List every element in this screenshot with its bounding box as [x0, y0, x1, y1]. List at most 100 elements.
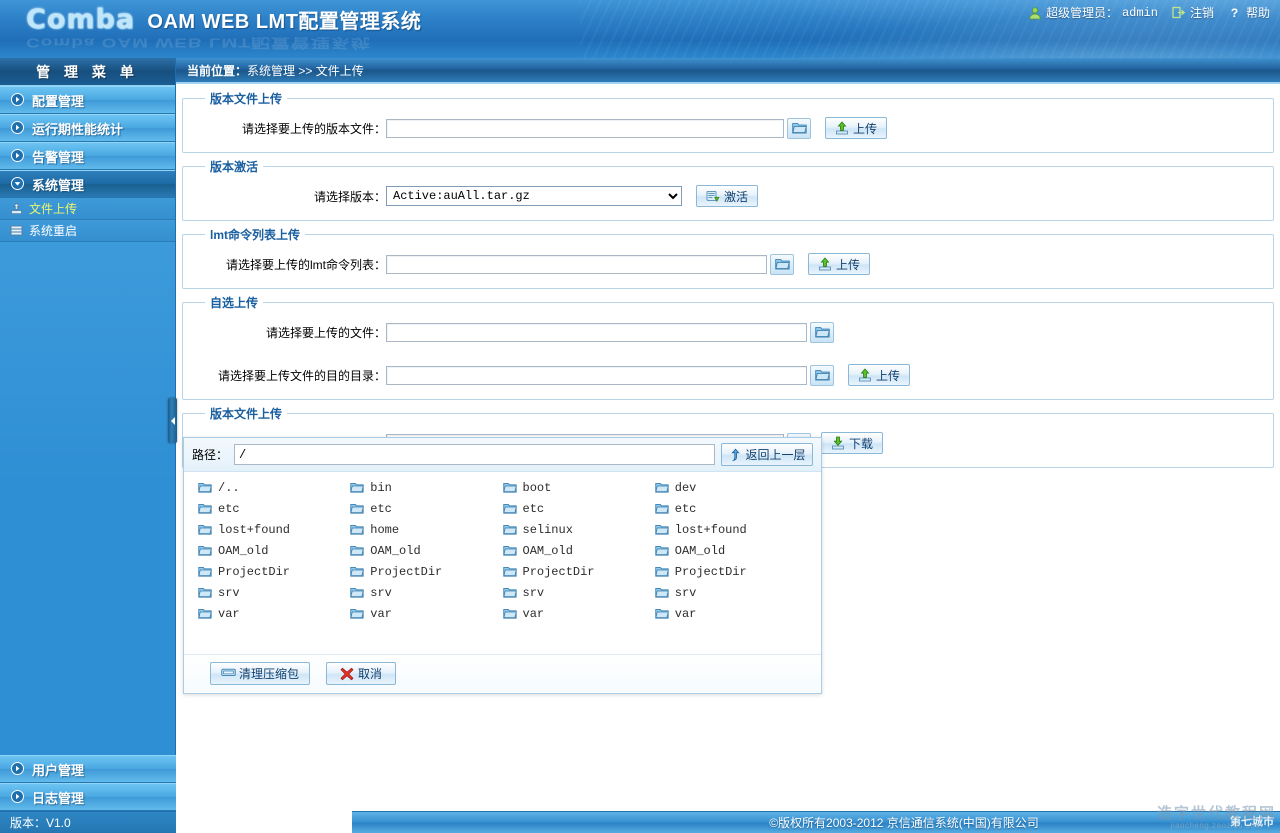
file-entry-label: var	[218, 607, 240, 621]
folder-icon	[198, 544, 212, 558]
file-entry-label: OAM_old	[674, 544, 726, 558]
file-entry[interactable]: selinux	[502, 523, 655, 537]
custom-dir-input[interactable]	[386, 365, 807, 385]
logo-reflection: Comba OAM WEB LMT配置管理系统	[26, 34, 371, 50]
custom-upload-button[interactable]: 上传	[848, 364, 910, 386]
file-entry[interactable]: etc	[350, 502, 502, 516]
chevron-right-circle-icon	[11, 93, 25, 107]
folder-icon	[775, 257, 790, 271]
version-file-upload-button[interactable]: 上传	[825, 117, 887, 139]
file-entry[interactable]: ProjectDir	[198, 565, 350, 579]
file-entry[interactable]: /..	[198, 481, 350, 495]
panel-legend: 版本文件上传	[210, 407, 283, 421]
help-label: 帮助	[1245, 6, 1270, 20]
file-entry[interactable]: OAM_old	[198, 544, 350, 558]
brand-logo: Comba OAM WEB LMT配置管理系统	[26, 4, 421, 35]
go-up-button[interactable]: 返回上一层	[721, 443, 813, 466]
file-entry-label: etc	[522, 502, 545, 516]
custom-file-browse-button[interactable]	[810, 321, 834, 343]
svg-text:?: ?	[1231, 6, 1238, 19]
current-user: 超级管理员： admin	[1028, 4, 1158, 21]
folder-icon	[502, 565, 517, 579]
sidebar-item-user-management[interactable]: 用户管理	[0, 755, 176, 783]
file-entry[interactable]: lost+found	[198, 523, 350, 537]
file-entry[interactable]: var	[350, 607, 502, 621]
file-browser-list: /.. bin boot dev etc etc etc etc lost+found home s…	[184, 472, 821, 654]
sidebar-item-performance[interactable]: 运行期性能统计	[0, 114, 175, 142]
file-entry-grid: /.. bin boot dev etc etc etc etc lost+found home s…	[198, 481, 807, 621]
file-entry[interactable]: ProjectDir	[502, 565, 655, 579]
collapse-arrow-icon	[170, 416, 175, 425]
file-entry[interactable]: srv	[198, 586, 350, 600]
file-entry[interactable]: OAM_old	[350, 544, 502, 558]
folder-icon	[502, 481, 517, 495]
sidebar-item-label: 日志管理	[32, 790, 85, 806]
version-file-browse-button[interactable]	[787, 117, 811, 139]
file-entry[interactable]: ProjectDir	[655, 565, 807, 579]
version-file-input[interactable]	[386, 118, 784, 138]
file-entry-label: etc	[674, 502, 697, 516]
sidebar-item-file-upload[interactable]: 文件上传	[0, 198, 175, 220]
file-entry[interactable]: var	[198, 607, 350, 621]
app-title: OAM WEB LMT配置管理系统	[147, 11, 422, 33]
file-entry[interactable]: bin	[350, 481, 502, 495]
logout-button[interactable]: 注销	[1172, 4, 1214, 21]
file-entry[interactable]: home	[350, 523, 502, 537]
form-row: 请选择要上传的lmt命令列表： 上传	[191, 249, 1265, 279]
archive-icon	[221, 667, 236, 681]
folder-icon	[350, 523, 365, 537]
custom-file-input[interactable]	[386, 322, 807, 342]
folder-icon	[198, 481, 212, 495]
folder-icon	[502, 607, 517, 621]
form-row: 请选择要上传的版本文件： 上传	[191, 113, 1265, 143]
panel-lmt-command-upload: lmt命令列表上传 请选择要上传的lmt命令列表： 上传	[182, 226, 1274, 289]
activate-label: 激活	[723, 189, 748, 204]
file-entry[interactable]: lost+found	[655, 523, 807, 537]
panel-legend: 自选上传	[210, 296, 259, 310]
file-entry-label: bin	[370, 481, 392, 495]
file-entry-label: selinux	[522, 523, 573, 537]
activate-button[interactable]: 激活	[696, 185, 758, 207]
sidebar-item-system[interactable]: 系统管理	[0, 170, 175, 198]
file-entry[interactable]: OAM_old	[655, 544, 807, 558]
upload-green-icon	[835, 121, 849, 135]
file-entry[interactable]: srv	[655, 586, 807, 600]
lmt-upload-button[interactable]: 上传	[808, 253, 870, 275]
file-entry-label: ProjectDir	[674, 565, 747, 579]
sidebar-item-system-restart[interactable]: 系统重启	[0, 220, 175, 242]
lmt-file-browse-button[interactable]	[770, 253, 794, 275]
file-entry[interactable]: var	[655, 607, 807, 621]
chevron-right-circle-icon	[11, 121, 25, 135]
file-entry[interactable]: boot	[502, 481, 655, 495]
file-entry[interactable]: srv	[502, 586, 655, 600]
help-icon: ?	[1228, 6, 1242, 20]
sidebar-item-log-management[interactable]: 日志管理	[0, 783, 176, 811]
sidebar-item-label: 系统管理	[32, 177, 85, 193]
panel-legend: 版本激活	[210, 160, 259, 174]
download-button[interactable]: 下载	[821, 432, 883, 454]
sidebar-item-config[interactable]: 配置管理	[0, 86, 175, 114]
path-input[interactable]	[234, 444, 715, 465]
lmt-file-input[interactable]	[386, 254, 767, 274]
clean-archive-button[interactable]: 清理压缩包	[210, 662, 310, 685]
file-entry[interactable]: var	[502, 607, 655, 621]
user-icon	[1028, 6, 1042, 20]
chevron-right-circle-icon	[11, 762, 25, 776]
custom-dir-browse-button[interactable]	[810, 364, 834, 386]
help-button[interactable]: ? 帮助	[1228, 4, 1270, 21]
file-entry[interactable]: etc	[198, 502, 350, 516]
file-entry-label: /..	[218, 481, 240, 495]
cancel-button[interactable]: 取消	[326, 662, 396, 685]
folder-icon	[350, 607, 365, 621]
file-entry[interactable]: dev	[655, 481, 807, 495]
custom-upload-label: 上传	[875, 368, 900, 383]
file-entry[interactable]: etc	[502, 502, 655, 516]
sidebar-item-alarm[interactable]: 告警管理	[0, 142, 175, 170]
file-entry[interactable]: etc	[655, 502, 807, 516]
file-entry[interactable]: OAM_old	[502, 544, 655, 558]
version-select[interactable]: Active:auAll.tar.gz	[386, 186, 682, 206]
file-entry[interactable]: ProjectDir	[350, 565, 502, 579]
sidebar-item-label: 配置管理	[32, 93, 85, 109]
file-entry[interactable]: srv	[350, 586, 502, 600]
collapse-sidebar-handle[interactable]	[168, 398, 177, 443]
